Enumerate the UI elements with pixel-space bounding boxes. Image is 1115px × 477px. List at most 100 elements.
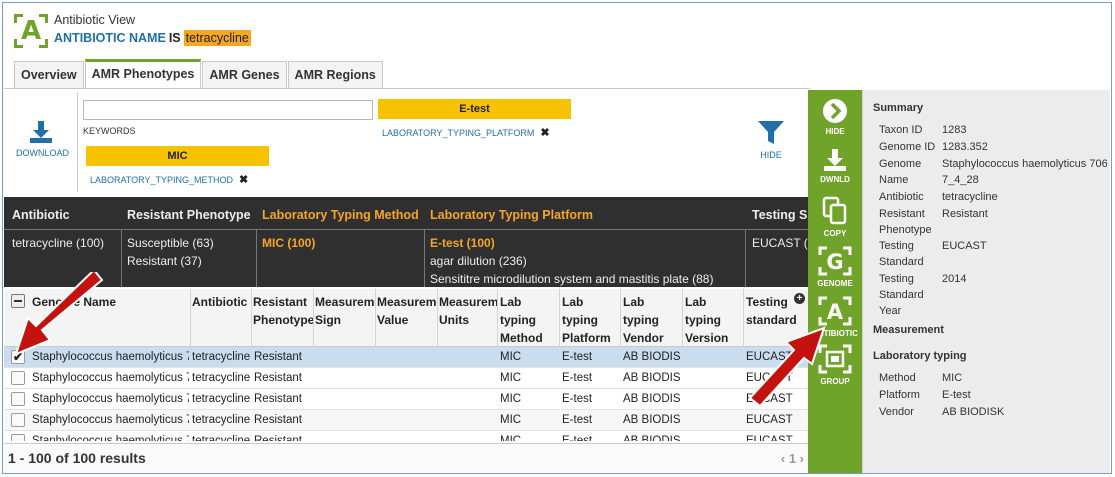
column-lab-typing-platform[interactable]: Lab typing Platform (562, 293, 618, 347)
funnel-icon (758, 121, 784, 144)
row-checkbox[interactable] (11, 434, 25, 441)
filter-etest-chip[interactable]: E-test (378, 99, 571, 119)
facet-item[interactable]: Susceptible (63) (127, 234, 214, 252)
column-antibiotic[interactable]: Antibiotic (192, 293, 250, 311)
table-row[interactable]: ✔ Staphylococcus haemolyticus 706 tetrac… (4, 347, 808, 368)
results-count: 1 - 100 of 100 results (8, 450, 146, 466)
chevron-right-icon (823, 99, 847, 123)
annotation-arrow-icon (748, 326, 826, 408)
facet-platform: E-test (100) agar dilution (236) Sensiti… (430, 234, 713, 287)
facet-divider (424, 229, 425, 287)
column-measurement-units[interactable]: Measurement Units (439, 293, 497, 329)
row-checkbox[interactable] (11, 413, 25, 427)
cell-phenotype: Resistant (254, 351, 302, 363)
genome-button[interactable]: G GENOME (808, 246, 862, 288)
table-row[interactable]: Staphylococcus haemolyticus 706 tetracyc… (4, 431, 808, 441)
remove-filter-etest-icon[interactable]: ✖ (540, 127, 549, 139)
row-checkbox[interactable] (11, 392, 25, 406)
facet-header-phenotype[interactable]: Resistant Phenotype (127, 208, 251, 222)
cell-method: MIC (500, 393, 522, 405)
facet-item[interactable]: Sensititre microdilution system and mast… (430, 270, 713, 287)
keywords-input[interactable] (83, 100, 373, 120)
download-icon (824, 149, 846, 171)
facet-header-testing[interactable]: Testing S (752, 208, 807, 222)
facet-item[interactable]: MIC (100) (262, 234, 315, 252)
copy-icon (822, 196, 847, 225)
filter-mic-chip[interactable]: MIC (86, 146, 269, 166)
cell-phenotype: Resistant (254, 372, 302, 384)
column-lab-typing-method[interactable]: Lab typing Method (500, 293, 558, 347)
facet-testing: EUCAST ( (752, 234, 808, 252)
hide-panel-button[interactable]: HIDE (808, 98, 862, 136)
action-label: GENOME (817, 279, 853, 288)
hide-filter-label: HIDE (760, 150, 782, 160)
filter-etest-field-label: LABORATORY_TYPING_PLATFORM (382, 128, 535, 138)
cell-genome-name[interactable]: Staphylococcus haemolyticus 706 (32, 410, 189, 430)
column-divider (437, 289, 438, 347)
pagination[interactable]: ‹ 1 › (781, 451, 804, 466)
facet-item[interactable]: EUCAST ( (752, 234, 808, 252)
column-lab-typing-vendor[interactable]: Lab typing Vendor (623, 293, 679, 347)
cell-genome-name[interactable]: Staphylococcus haemolyticus 706 (32, 368, 189, 388)
cell-phenotype: Resistant (254, 393, 302, 405)
remove-filter-mic-icon[interactable]: ✖ (239, 174, 248, 186)
summary-value: 1283 (942, 124, 967, 136)
facet-method: MIC (100) (262, 234, 315, 252)
cell-method: MIC (500, 351, 522, 363)
table-row[interactable]: Staphylococcus haemolyticus 706 tetracyc… (4, 410, 808, 431)
download-button[interactable]: DOWNLOAD (16, 120, 69, 158)
view-title: Antibiotic View (54, 13, 136, 27)
facet-item[interactable]: tetracycline (100) (12, 234, 104, 252)
column-resistant-phenotype[interactable]: Resistant Phenotype (253, 293, 315, 329)
grid-header: Genome Name Antibiotic Resistant Phenoty… (4, 289, 808, 347)
facet-separator (4, 229, 808, 230)
facet-item[interactable]: Resistant (37) (127, 252, 214, 270)
active-filter: ANTIBIOTIC NAME IS tetracycline (54, 30, 251, 46)
row-checkbox[interactable] (11, 371, 25, 385)
column-divider (497, 289, 498, 347)
column-measurement-sign[interactable]: Measurement Sign (315, 293, 375, 329)
summary-key: Resistant Phenotype (879, 208, 932, 236)
tab-amr-regions[interactable]: AMR Regions (287, 61, 383, 89)
facet-phenotype: Susceptible (63) Resistant (37) (127, 234, 214, 270)
facet-header-platform[interactable]: Laboratory Typing Platform (430, 208, 593, 222)
tab-amr-phenotypes[interactable]: AMR Phenotypes (84, 59, 202, 89)
lab-value: E-test (942, 389, 971, 401)
add-column-icon[interactable]: + (794, 293, 805, 304)
cell-standard: EUCAST (746, 435, 793, 441)
cell-genome-name[interactable]: Staphylococcus haemolyticus 706 (32, 389, 189, 409)
action-label: HIDE (825, 127, 845, 136)
cell-vendor: AB BIODISK (623, 393, 681, 405)
dwnld-button[interactable]: DWNLD (808, 148, 862, 184)
grid-footer: 1 - 100 of 100 results ‹ 1 › (4, 443, 808, 473)
tab-overview[interactable]: Overview (14, 61, 84, 89)
facet-divider (121, 229, 122, 287)
facet-header-method[interactable]: Laboratory Typing Method (262, 208, 419, 222)
filter-value[interactable]: tetracycline (183, 30, 251, 46)
lab-key: Platform (879, 389, 920, 401)
lab-key: Vendor (879, 406, 914, 418)
table-row[interactable]: Staphylococcus haemolyticus 706 tetracyc… (4, 389, 808, 410)
tab-amr-genes[interactable]: AMR Genes (202, 61, 287, 89)
summary-key: Genome ID (879, 141, 936, 153)
svg-text:G: G (826, 250, 843, 274)
hide-filter-button[interactable]: HIDE (754, 120, 788, 160)
cell-vendor: AB BIODISK (623, 351, 681, 363)
column-divider (190, 289, 191, 347)
column-divider (559, 289, 560, 347)
facet-item[interactable]: agar dilution (236) (430, 252, 713, 270)
column-lab-typing-version[interactable]: Lab typing Version (685, 293, 741, 347)
facet-header-antibiotic[interactable]: Antibiotic (12, 208, 70, 222)
summary-value[interactable]: Staphylococcus haemolyticus 706 7_4_28 (942, 156, 1110, 188)
tab-bar: Overview AMR Phenotypes AMR Genes AMR Regio… (14, 59, 384, 89)
column-divider (375, 289, 376, 347)
facet-item[interactable]: E-test (100) (430, 234, 713, 252)
copy-button[interactable]: COPY (808, 196, 862, 238)
column-measurement-value[interactable]: Measurement Value (377, 293, 437, 329)
lab-value: AB BIODISK (942, 406, 1005, 418)
table-row[interactable]: Staphylococcus haemolyticus 706 tetracyc… (4, 368, 808, 389)
filter-operator: IS (168, 31, 181, 45)
annotation-arrow-icon (14, 272, 104, 356)
summary-value: EUCAST (942, 240, 987, 252)
cell-genome-name[interactable]: Staphylococcus haemolyticus 706 (32, 431, 189, 441)
